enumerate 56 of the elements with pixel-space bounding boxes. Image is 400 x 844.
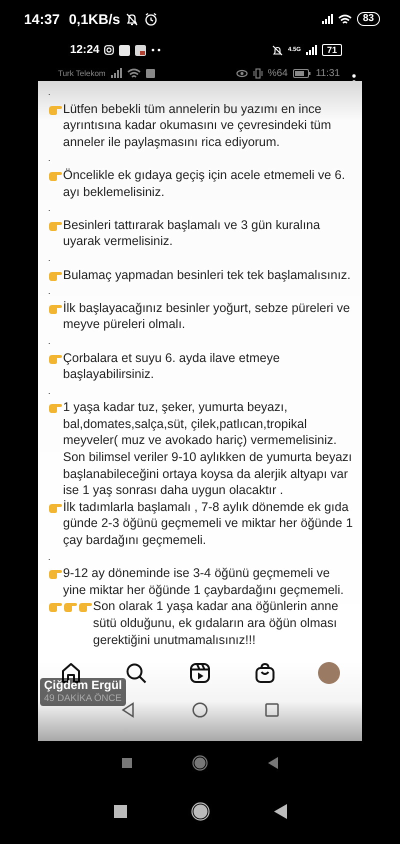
- author-name: Çiğdem Ergül: [44, 679, 122, 692]
- post-paragraph: Çorbalara et suyu 6. ayda ilave etmeye başlayabilirsiniz.: [63, 350, 281, 383]
- home-circle-icon: [192, 702, 208, 718]
- post-paragraph: Besinleri tattırarak başlamalı ve 3 gün kuralına uyarak vermelisiniz.: [63, 216, 322, 250]
- post-paragraph: Öncelikle ek gıdaya geçiş için acele etmemeli ve 6. ayı beklemelisiniz.: [63, 166, 346, 200]
- status-time: 14:37: [24, 11, 60, 27]
- recents-icon: [265, 703, 279, 718]
- back-icon: [268, 757, 278, 769]
- signal-icon: [306, 45, 317, 55]
- network-speed: 0,1KB/s: [68, 11, 120, 27]
- post-paragraph: İlk tadımlarla başlamalı , 7-8 aylık dönemde ek gıda günde 2-3 öğünü geçmemeli ve miktar her öğünde 1 çay bardağını geçmemeli.: [63, 498, 354, 549]
- separator-dot: .: [48, 252, 52, 265]
- alarm-icon: [144, 12, 158, 26]
- bell-off-icon: [272, 44, 283, 56]
- post-paragraph: Bulamaç yapmadan besinleri tek tek başlamalısınız.: [63, 266, 352, 284]
- carrier-name: Turk Telekom: [58, 68, 106, 78]
- app-icon: [135, 44, 146, 56]
- signal-icon: [322, 14, 333, 24]
- post-paragraph: 9-12 ay döneminde ise 3-4 öğünü geçmemeli ve yine miktar her öğünde 1 çaybardağını geçmemeli.: [63, 565, 345, 598]
- bell-off-icon: [125, 12, 140, 26]
- back-icon: [121, 702, 135, 718]
- recents-icon: [114, 805, 126, 818]
- post-paragraph: Son olarak 1 yaşa kadar ana öğünlerin anne sütü olduğunu, ek gıdaların ara öğün olması gerektiğini unutmamalısınız!!!: [93, 598, 340, 648]
- post-paragraph: İlk başlayacağınız besinler yoğurt, sebze püreleri ve meyve püreleri olmalı.: [63, 300, 351, 333]
- battery-level: 71: [322, 44, 342, 56]
- vibrate-icon: [252, 68, 263, 78]
- eye-icon: [236, 68, 248, 78]
- separator-dot: .: [48, 152, 52, 166]
- app-icon: [119, 44, 130, 56]
- profile-avatar[interactable]: [318, 662, 340, 684]
- video-play-icon: [189, 662, 211, 684]
- wifi-icon: [338, 14, 352, 24]
- search-icon: [124, 662, 146, 684]
- battery-percent: %64: [268, 68, 288, 78]
- camera-icon: [104, 45, 114, 55]
- battery-level: 83: [356, 12, 380, 26]
- separator-dot: .: [48, 384, 52, 398]
- separator-dot: .: [48, 334, 52, 348]
- separator-dot: .: [48, 86, 52, 99]
- status-time: 12:24: [70, 44, 100, 56]
- post-time: 49 DAKİKA ÖNCE: [44, 692, 122, 705]
- separator-dot: .: [48, 550, 52, 564]
- battery-icon: [292, 68, 311, 78]
- wifi-icon: [126, 68, 141, 78]
- home-circle-icon: [192, 755, 208, 771]
- shopping-bag-icon: [254, 662, 276, 684]
- separator-dot: .: [48, 202, 52, 216]
- signal-icon: [110, 68, 122, 78]
- post-paragraph: Lütfen bebekli tüm annelerin bu yazımı en ince ayrıntısına kadar okumasını ve çevresindeki tüm anneler ile paylaşmasını rica ediyorum.: [63, 100, 332, 150]
- more-icon: [151, 48, 162, 52]
- home-circle-icon: [190, 802, 210, 821]
- separator-dot: .: [48, 285, 52, 298]
- post-paragraph: 1 yaşa kadar tuz, şeker, yumurta beyazı, bal,domates,salça,süt, çilek,patlıcan,tropikal meyveler( muz ve avokado hariç) vermemelisiniz. Son bilimsel veriler 9-10 aylıkken de yumurta beyazı başlanabileceğini ortaya koysa da alerjik altyapı var ise 1 yaş sonrası daha uygun olacaktır .: [63, 399, 354, 499]
- back-icon: [274, 804, 286, 819]
- recents-icon: [122, 758, 132, 768]
- status-time: 11:31: [316, 68, 340, 78]
